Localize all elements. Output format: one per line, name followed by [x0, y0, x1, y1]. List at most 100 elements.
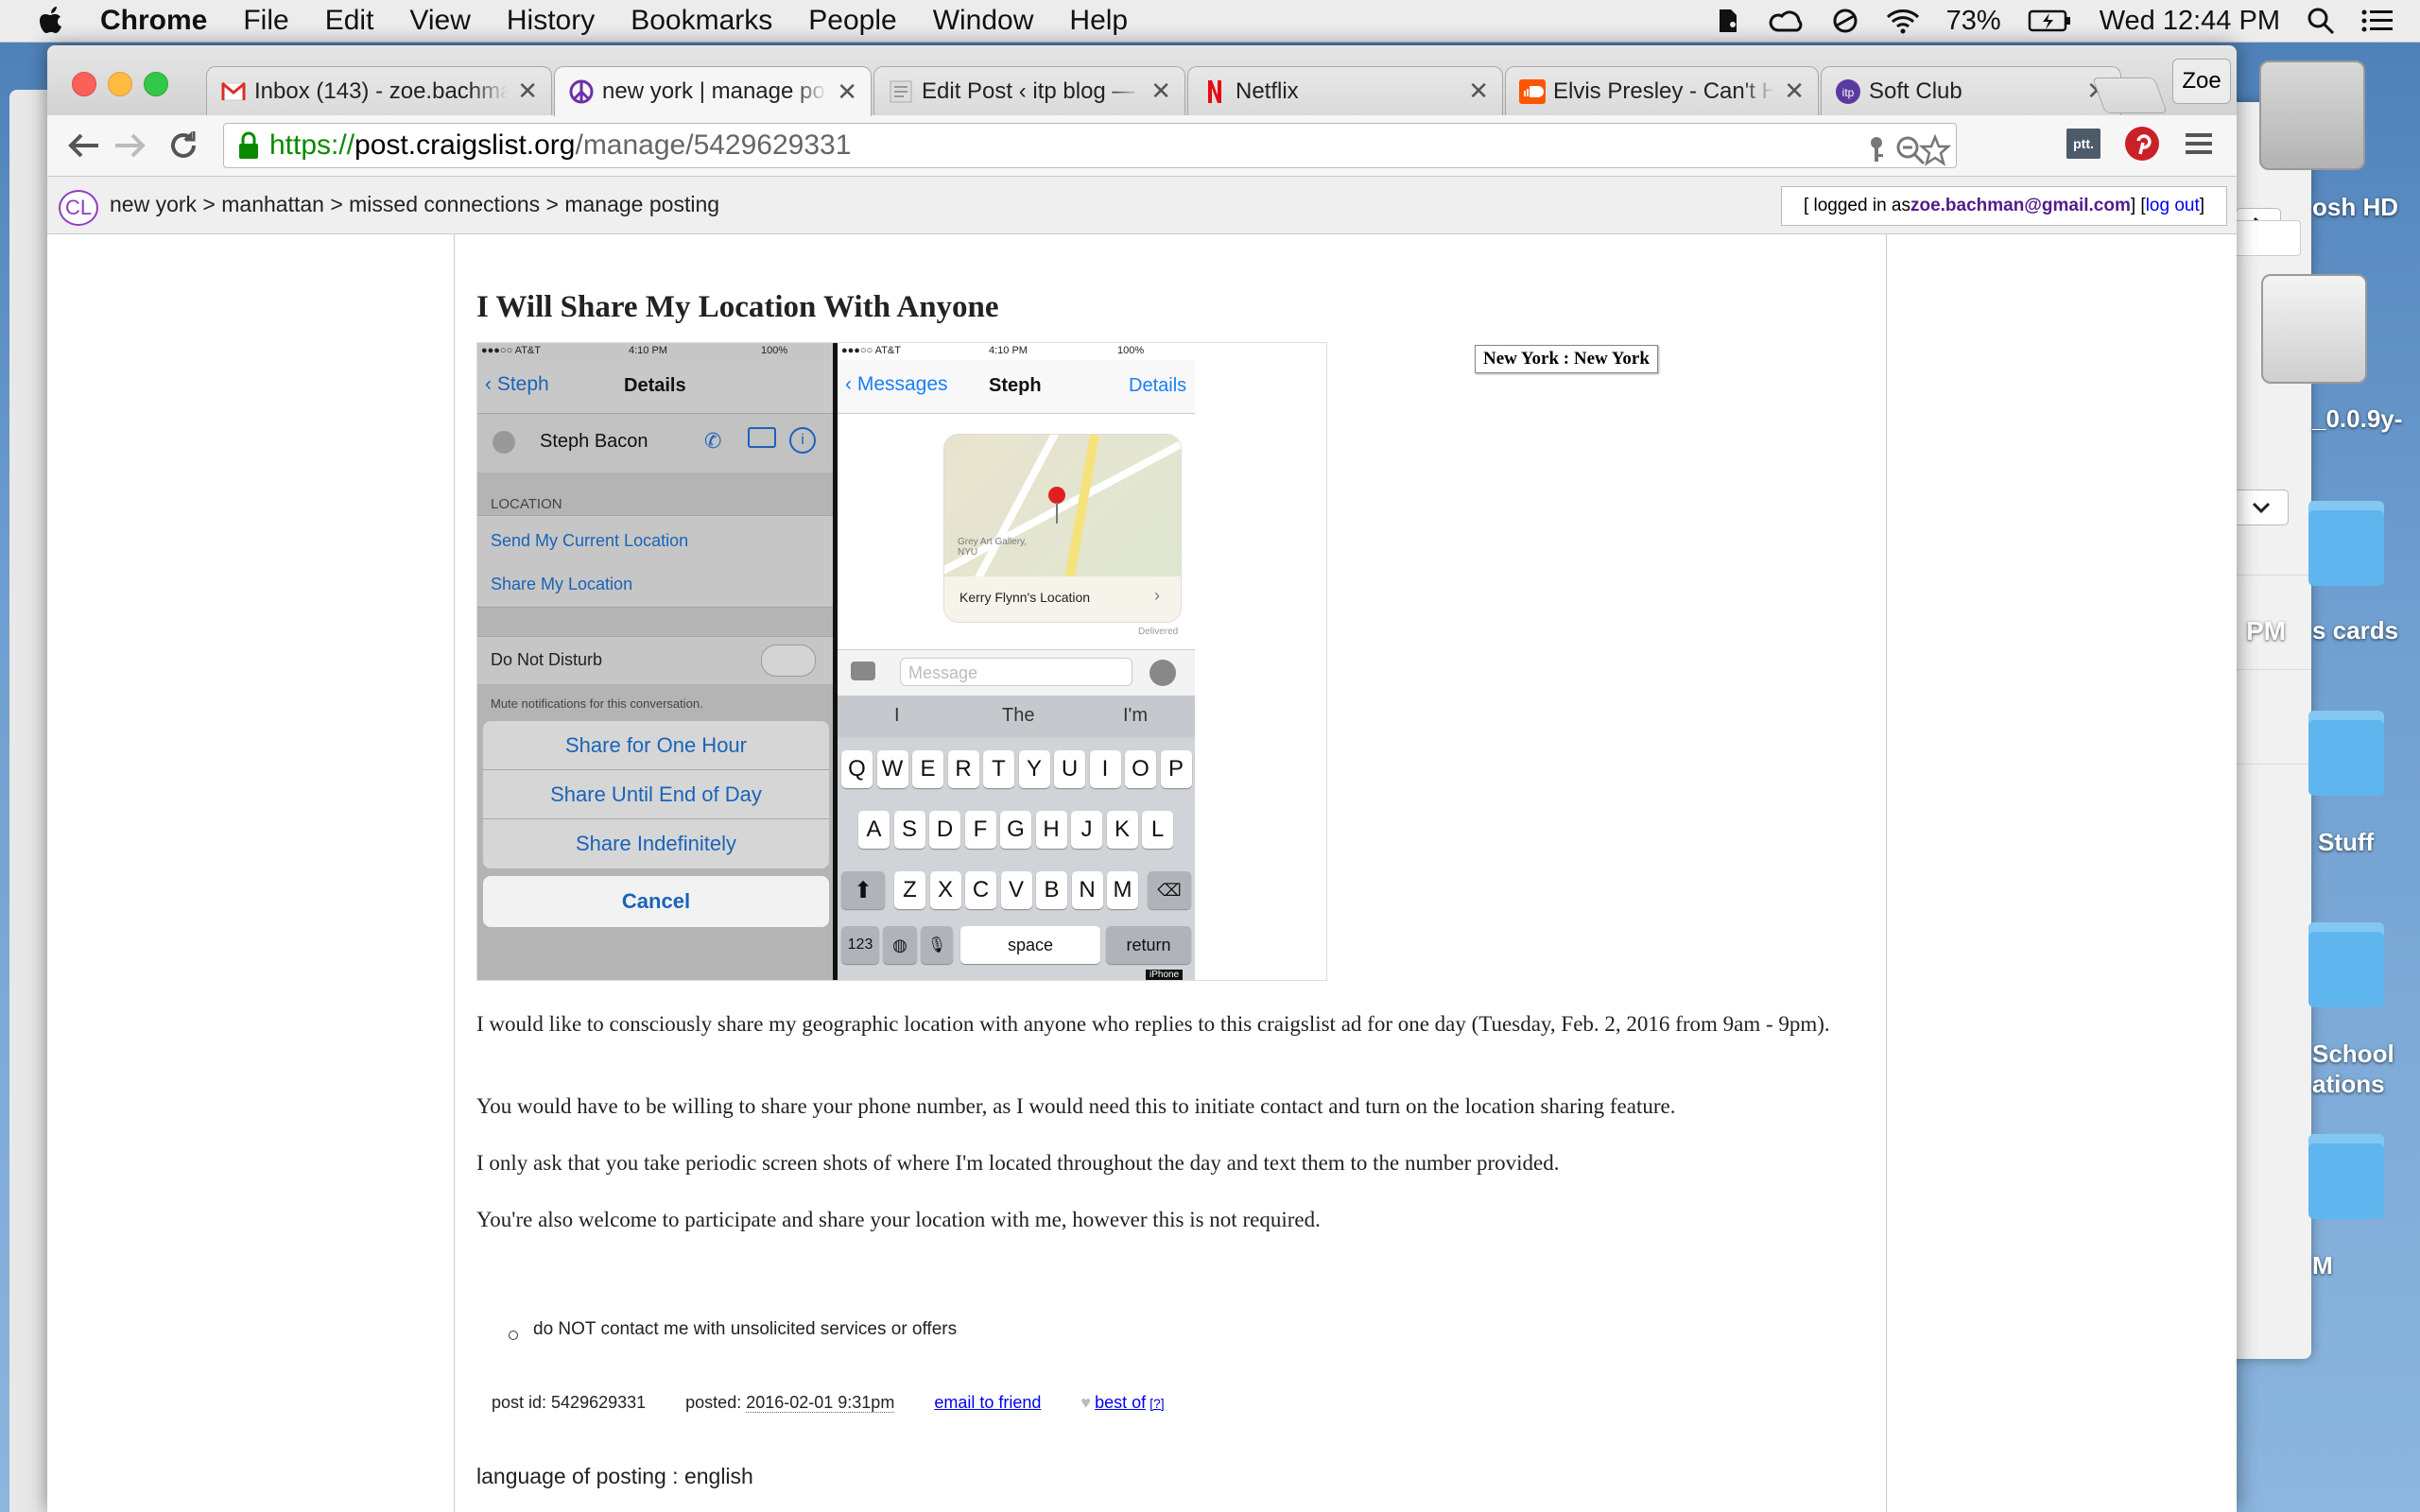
keyboard: I The I'm QWERTYUIOP ASDFGHJKL ZXCVBNM ⬆…: [838, 696, 1195, 980]
folder-icon[interactable]: [2308, 711, 2384, 796]
desktop-label[interactable]: M: [2312, 1251, 2333, 1280]
apple-menu-icon[interactable]: [36, 5, 68, 37]
wifi-icon[interactable]: [1886, 8, 1920, 34]
lock-icon[interactable]: [237, 130, 260, 161]
tab-wordpress[interactable]: Edit Post ‹ itp blog — WordPress ✕: [873, 66, 1185, 115]
desktop-label[interactable]: Stuff: [2318, 828, 2374, 857]
suggestion: I'm: [1123, 705, 1149, 726]
profile-button[interactable]: Zoe: [2172, 59, 2231, 104]
menu-history[interactable]: History: [507, 5, 595, 37]
share-indefinitely: Share Indefinitely: [576, 832, 736, 855]
pinterest-icon[interactable]: [2123, 125, 2161, 163]
close-tab-icon[interactable]: ✕: [1468, 77, 1489, 106]
close-tab-icon[interactable]: ✕: [1784, 77, 1805, 106]
numbers-key: 123: [841, 926, 879, 964]
heart-icon[interactable]: ♥: [1080, 1393, 1091, 1413]
post-body-paragraph: You're also welcome to participate and s…: [476, 1208, 1321, 1231]
post-body-paragraph: You would have to be willing to share yo…: [476, 1094, 1676, 1118]
spotlight-search-icon[interactable]: [2307, 7, 2335, 35]
nav-bar: ‹ Messages Steph Details: [838, 360, 1195, 414]
location-section-label: LOCATION: [491, 496, 562, 512]
phone-messages-screenshot: ●●●○○ AT&T 4:10 PM 100% ‹ Messages Steph…: [838, 343, 1195, 980]
chevron-down-icon[interactable]: [2234, 490, 2289, 525]
zoom-window-button[interactable]: [144, 72, 168, 96]
send-location: Send My Current Location: [491, 531, 689, 550]
keyboard-key: P: [1160, 750, 1192, 788]
best-of-help-link[interactable]: [?]: [1150, 1396, 1165, 1411]
back-label: Messages: [856, 373, 948, 395]
chevron-right-icon: ›: [1154, 586, 1160, 605]
notification-center-icon[interactable]: [2361, 9, 2394, 33]
reload-icon[interactable]: [164, 127, 202, 164]
menu-edit[interactable]: Edit: [325, 5, 374, 37]
iphone-watermark: iPhone: [1146, 970, 1184, 980]
details-title: Details: [624, 375, 686, 396]
tab-craigslist-active[interactable]: new york | manage posting ✕: [554, 66, 872, 116]
message-placeholder: Message: [900, 658, 1132, 686]
breadcrumb[interactable]: new york > manhattan > missed connection…: [110, 192, 719, 217]
chrome-menu-icon[interactable]: [2180, 125, 2218, 163]
creative-cloud-icon[interactable]: [1769, 8, 1805, 34]
desktop-label[interactable]: ations: [2312, 1070, 2385, 1099]
menu-people[interactable]: People: [808, 5, 896, 37]
desktop-label[interactable]: School: [2312, 1040, 2394, 1069]
message-input-bar: Message: [838, 649, 1195, 696]
sync-icon[interactable]: [1831, 7, 1859, 35]
tab-title: Edit Post ‹ itp blog — WordPress: [922, 77, 1141, 104]
menu-bookmarks[interactable]: Bookmarks: [631, 5, 772, 37]
menu-view[interactable]: View: [409, 5, 470, 37]
forward-arrow-icon[interactable]: [112, 127, 149, 164]
close-tab-icon[interactable]: ✕: [837, 77, 857, 107]
map-area: Grey Art Gallery, NYU: [944, 435, 1181, 605]
best-of-link[interactable]: best of: [1095, 1393, 1146, 1413]
keyboard-key: A: [858, 811, 890, 849]
desktop-label[interactable]: s cards: [2312, 616, 2398, 645]
call-icon: ✆: [704, 429, 722, 453]
tab-gmail[interactable]: Inbox (143) - zoe.bachman@gmail.com ✕: [206, 66, 552, 115]
tab-soft-club[interactable]: itp Soft Club ✕: [1821, 66, 2121, 115]
minimize-window-button[interactable]: [108, 72, 132, 96]
desktop-label[interactable]: _0.0.9y-: [2312, 404, 2402, 434]
key-icon[interactable]: [1859, 133, 1893, 167]
bookmark-star-icon[interactable]: [1918, 133, 1952, 167]
email-to-friend-link[interactable]: email to friend: [934, 1393, 1041, 1413]
menu-app-name[interactable]: Chrome: [100, 5, 207, 37]
logout-link[interactable]: log out: [2146, 196, 2200, 216]
keyboard-key: B: [1036, 871, 1067, 909]
folder-icon[interactable]: [2308, 501, 2384, 586]
keyboard-key: S: [893, 811, 925, 849]
craigslist-logo[interactable]: CL: [59, 190, 98, 226]
disk-image-icon[interactable]: [2261, 274, 2367, 384]
tab-netflix[interactable]: Netflix ✕: [1187, 66, 1503, 115]
menubar-clock[interactable]: Wed 12:44 PM: [2100, 6, 2280, 37]
close-tab-icon[interactable]: ✕: [1150, 77, 1171, 106]
desktop-label[interactable]: osh HD: [2312, 193, 2398, 222]
post-info: post id: 5429629331 posted: 2016-02-01 9…: [492, 1393, 1165, 1413]
mac-menu-bar: Chrome File Edit View History Bookmarks …: [0, 0, 2420, 43]
battery-charging-icon[interactable]: [2028, 9, 2073, 33]
share-end-of-day: Share Until End of Day: [483, 770, 829, 819]
close-tab-icon[interactable]: ✕: [517, 77, 538, 106]
contact-notice: do NOT contact me with unsolicited servi…: [533, 1319, 958, 1339]
post-image[interactable]: ●●●○○ AT&T 4:10 PM 100% ‹ Steph Details …: [476, 342, 1327, 981]
status-battery: 100%: [761, 345, 788, 356]
address-bar[interactable]: https://post.craigslist.org/manage/54296…: [223, 123, 1957, 168]
evernote-icon[interactable]: [1714, 6, 1742, 36]
space-key: space: [960, 926, 1100, 964]
menu-file[interactable]: File: [243, 5, 288, 37]
delivered-label: Delivered: [1138, 627, 1179, 637]
tab-soundcloud[interactable]: Elvis Presley - Can't Help Falling In Lo…: [1505, 66, 1819, 115]
close-window-button[interactable]: [72, 72, 96, 96]
folder-icon[interactable]: [2308, 1134, 2384, 1219]
back-arrow-icon[interactable]: [64, 127, 102, 164]
ptt-extension-icon[interactable]: ptt.: [2065, 125, 2102, 163]
column-divider: [454, 233, 455, 1512]
folder-icon[interactable]: [2308, 922, 2384, 1007]
dnd-note: Mute notifications for this conversation…: [491, 696, 703, 711]
new-tab-button[interactable]: [2092, 77, 2168, 113]
keyboard-key: M: [1107, 871, 1138, 909]
menu-window[interactable]: Window: [933, 5, 1034, 37]
hard-drive-icon[interactable]: [2259, 60, 2365, 170]
menu-help[interactable]: Help: [1069, 5, 1128, 37]
carrier: ●●●○○ AT&T: [481, 345, 541, 356]
